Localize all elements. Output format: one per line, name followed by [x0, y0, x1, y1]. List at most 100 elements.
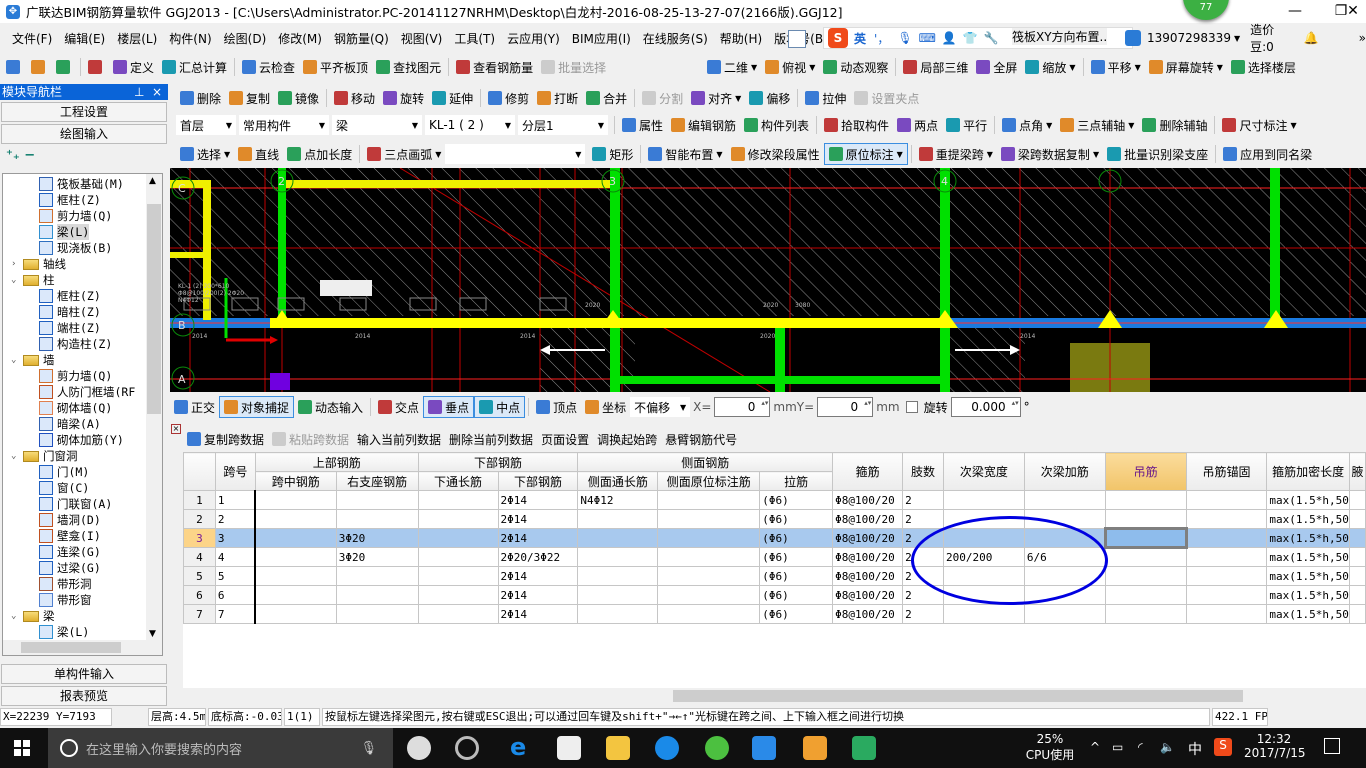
nav-report-preview[interactable]: 报表预览: [1, 686, 167, 706]
grid-cell[interactable]: [577, 585, 659, 605]
batch-select-button[interactable]: 批量选择: [537, 56, 610, 78]
three-point-axis-button[interactable]: 三点辅轴 ▼: [1056, 114, 1138, 136]
tree-item[interactable]: ⌄ 墙: [11, 352, 55, 368]
skin-icon[interactable]: 👕: [963, 31, 978, 45]
line-button[interactable]: 直线: [234, 143, 283, 165]
y-input[interactable]: 0: [817, 397, 874, 417]
grid-cell[interactable]: max(1.5*h,50: [1266, 490, 1350, 510]
two-point-button[interactable]: 两点: [893, 114, 942, 136]
grid-cell[interactable]: [657, 547, 761, 567]
grid-cell[interactable]: [254, 547, 337, 567]
grid-action-button[interactable]: 悬臂钢筋代号: [661, 428, 741, 450]
grid-cell[interactable]: 2Φ14: [497, 604, 579, 624]
split-button[interactable]: 分割: [638, 87, 687, 109]
grid-cell[interactable]: [1023, 490, 1106, 510]
header-secondary-beam-width[interactable]: 次梁宽度: [943, 452, 1025, 491]
select-button[interactable]: 选择 ▼: [176, 143, 234, 165]
grid-cell[interactable]: [254, 528, 337, 548]
tree-item[interactable]: ⌄ 门窗洞: [11, 448, 78, 464]
grid-cell[interactable]: [417, 509, 499, 529]
header-stirrup-dense-length[interactable]: 箍筋加密长度: [1266, 452, 1350, 491]
chevron-down-icon[interactable]: ▼: [735, 94, 741, 103]
table-row[interactable]: 6 6 2Φ14 (Φ6) Φ8@100/20 2 max(1.5*h,50: [183, 585, 1366, 605]
grid-cell[interactable]: [417, 528, 499, 548]
trim-button[interactable]: 修剪: [484, 87, 533, 109]
grid-cell[interactable]: [1348, 604, 1366, 624]
grid-cell[interactable]: 2Φ14: [497, 566, 579, 586]
tree-item[interactable]: 现浇板(B): [39, 240, 112, 256]
fan-app-icon[interactable]: [407, 736, 431, 760]
grid-cell[interactable]: [1348, 547, 1366, 567]
chevron-down-icon[interactable]: ⌄: [11, 275, 23, 285]
grid-cell[interactable]: max(1.5*h,50: [1266, 566, 1350, 586]
store-icon[interactable]: [557, 736, 581, 760]
chevron-down-icon[interactable]: ▼: [751, 63, 757, 72]
table-row[interactable]: 1 1 2Φ14 N4Φ12 (Φ6) Φ8@100/20 2 max(1.5*h,50: [183, 490, 1366, 510]
vertex-button[interactable]: 顶点: [532, 396, 581, 418]
perpendicular-button[interactable]: 垂点: [423, 396, 475, 418]
grid-cell[interactable]: 2Φ14: [497, 490, 579, 510]
tree-item[interactable]: 框柱(Z): [39, 192, 101, 208]
menu-item[interactable]: BIM应用(I): [566, 30, 637, 47]
nav-single-component-input[interactable]: 单构件输入: [1, 664, 167, 684]
tree-item[interactable]: 门(M): [39, 464, 89, 480]
grid-cell[interactable]: 3: [214, 528, 256, 548]
tree-item[interactable]: 剪力墙(Q): [39, 368, 112, 384]
grid-cell[interactable]: [1185, 528, 1268, 548]
close-panel-icon[interactable]: ×: [152, 84, 162, 100]
grid-cell[interactable]: [417, 547, 499, 567]
green-app-icon[interactable]: [852, 736, 876, 760]
grid-cell[interactable]: 2Φ14: [497, 585, 579, 605]
select-floor-button[interactable]: 选择楼层: [1227, 56, 1300, 78]
chevron-down-icon[interactable]: ▼: [1128, 121, 1134, 130]
tree-item[interactable]: 窗(C): [39, 480, 89, 496]
component-name-combo[interactable]: KL-1 ( 2 ) ▼: [425, 115, 515, 135]
tree-item[interactable]: 端柱(Z): [39, 320, 101, 336]
row-header[interactable]: 2: [183, 509, 216, 529]
grid-action-button[interactable]: 调换起始跨: [593, 428, 661, 450]
grid-cell[interactable]: [577, 547, 659, 567]
rotate-screen-button[interactable]: 屏幕旋转 ▼: [1145, 56, 1227, 78]
row-header[interactable]: 5: [183, 566, 216, 586]
grid-cell[interactable]: [335, 490, 419, 510]
header-hanger-anchor[interactable]: 吊筋锚固: [1185, 452, 1268, 491]
tree-item[interactable]: 框柱(Z): [39, 288, 101, 304]
align-slab-button[interactable]: 平齐板顶: [299, 56, 372, 78]
chevron-down-icon[interactable]: ⌄: [11, 611, 23, 621]
subheader-cell[interactable]: 侧面原位标注筋: [657, 471, 761, 491]
sogou-tray-icon[interactable]: S: [1214, 738, 1232, 756]
grid-cell[interactable]: [943, 604, 1025, 624]
cloud-check-button[interactable]: 云检查: [238, 56, 299, 78]
chevron-down-icon[interactable]: ▼: [1290, 121, 1296, 130]
grid-cell[interactable]: [1348, 585, 1366, 605]
subheader-cell[interactable]: 下部钢筋: [497, 471, 579, 491]
component-list-button[interactable]: 构件列表: [740, 114, 813, 136]
grid-cell[interactable]: [335, 509, 419, 529]
chevron-down-icon[interactable]: ▼: [1135, 63, 1141, 72]
subheader-cell[interactable]: 跨中钢筋: [254, 471, 337, 491]
chevron-down-icon[interactable]: ▼: [716, 150, 722, 159]
chevron-right-icon[interactable]: ›: [11, 259, 23, 269]
grid-cell[interactable]: [1104, 585, 1187, 605]
copy-button[interactable]: 复制: [225, 87, 274, 109]
grid-cell[interactable]: (Φ6): [759, 490, 834, 510]
row-header[interactable]: 6: [183, 585, 216, 605]
tree-item[interactable]: 门联窗(A): [39, 496, 112, 512]
grid-cell[interactable]: (Φ6): [759, 509, 834, 529]
break-button[interactable]: 打断: [533, 87, 582, 109]
grid-cell[interactable]: [1104, 509, 1187, 529]
chevron-down-icon[interactable]: ▼: [224, 150, 230, 159]
x-input[interactable]: 0: [714, 397, 771, 417]
tree-item[interactable]: 构造柱(Z): [39, 336, 112, 352]
grid-cell[interactable]: [1348, 509, 1366, 529]
account-phone[interactable]: 13907298339: [1147, 31, 1231, 45]
menu-item[interactable]: 在线服务(S): [637, 30, 714, 47]
windows-start-icon[interactable]: [14, 740, 30, 756]
grid-cell[interactable]: [577, 509, 659, 529]
grid-cell[interactable]: [657, 566, 761, 586]
grid-cell[interactable]: 2: [902, 490, 944, 510]
nav-drawing-input[interactable]: 绘图输入: [1, 124, 167, 144]
table-row[interactable]: 7 7 2Φ14 (Φ6) Φ8@100/20 2 max(1.5*h,50: [183, 604, 1366, 624]
tree-item[interactable]: 连梁(G): [39, 544, 101, 560]
apply-same-button[interactable]: 应用到同名梁: [1219, 143, 1316, 165]
